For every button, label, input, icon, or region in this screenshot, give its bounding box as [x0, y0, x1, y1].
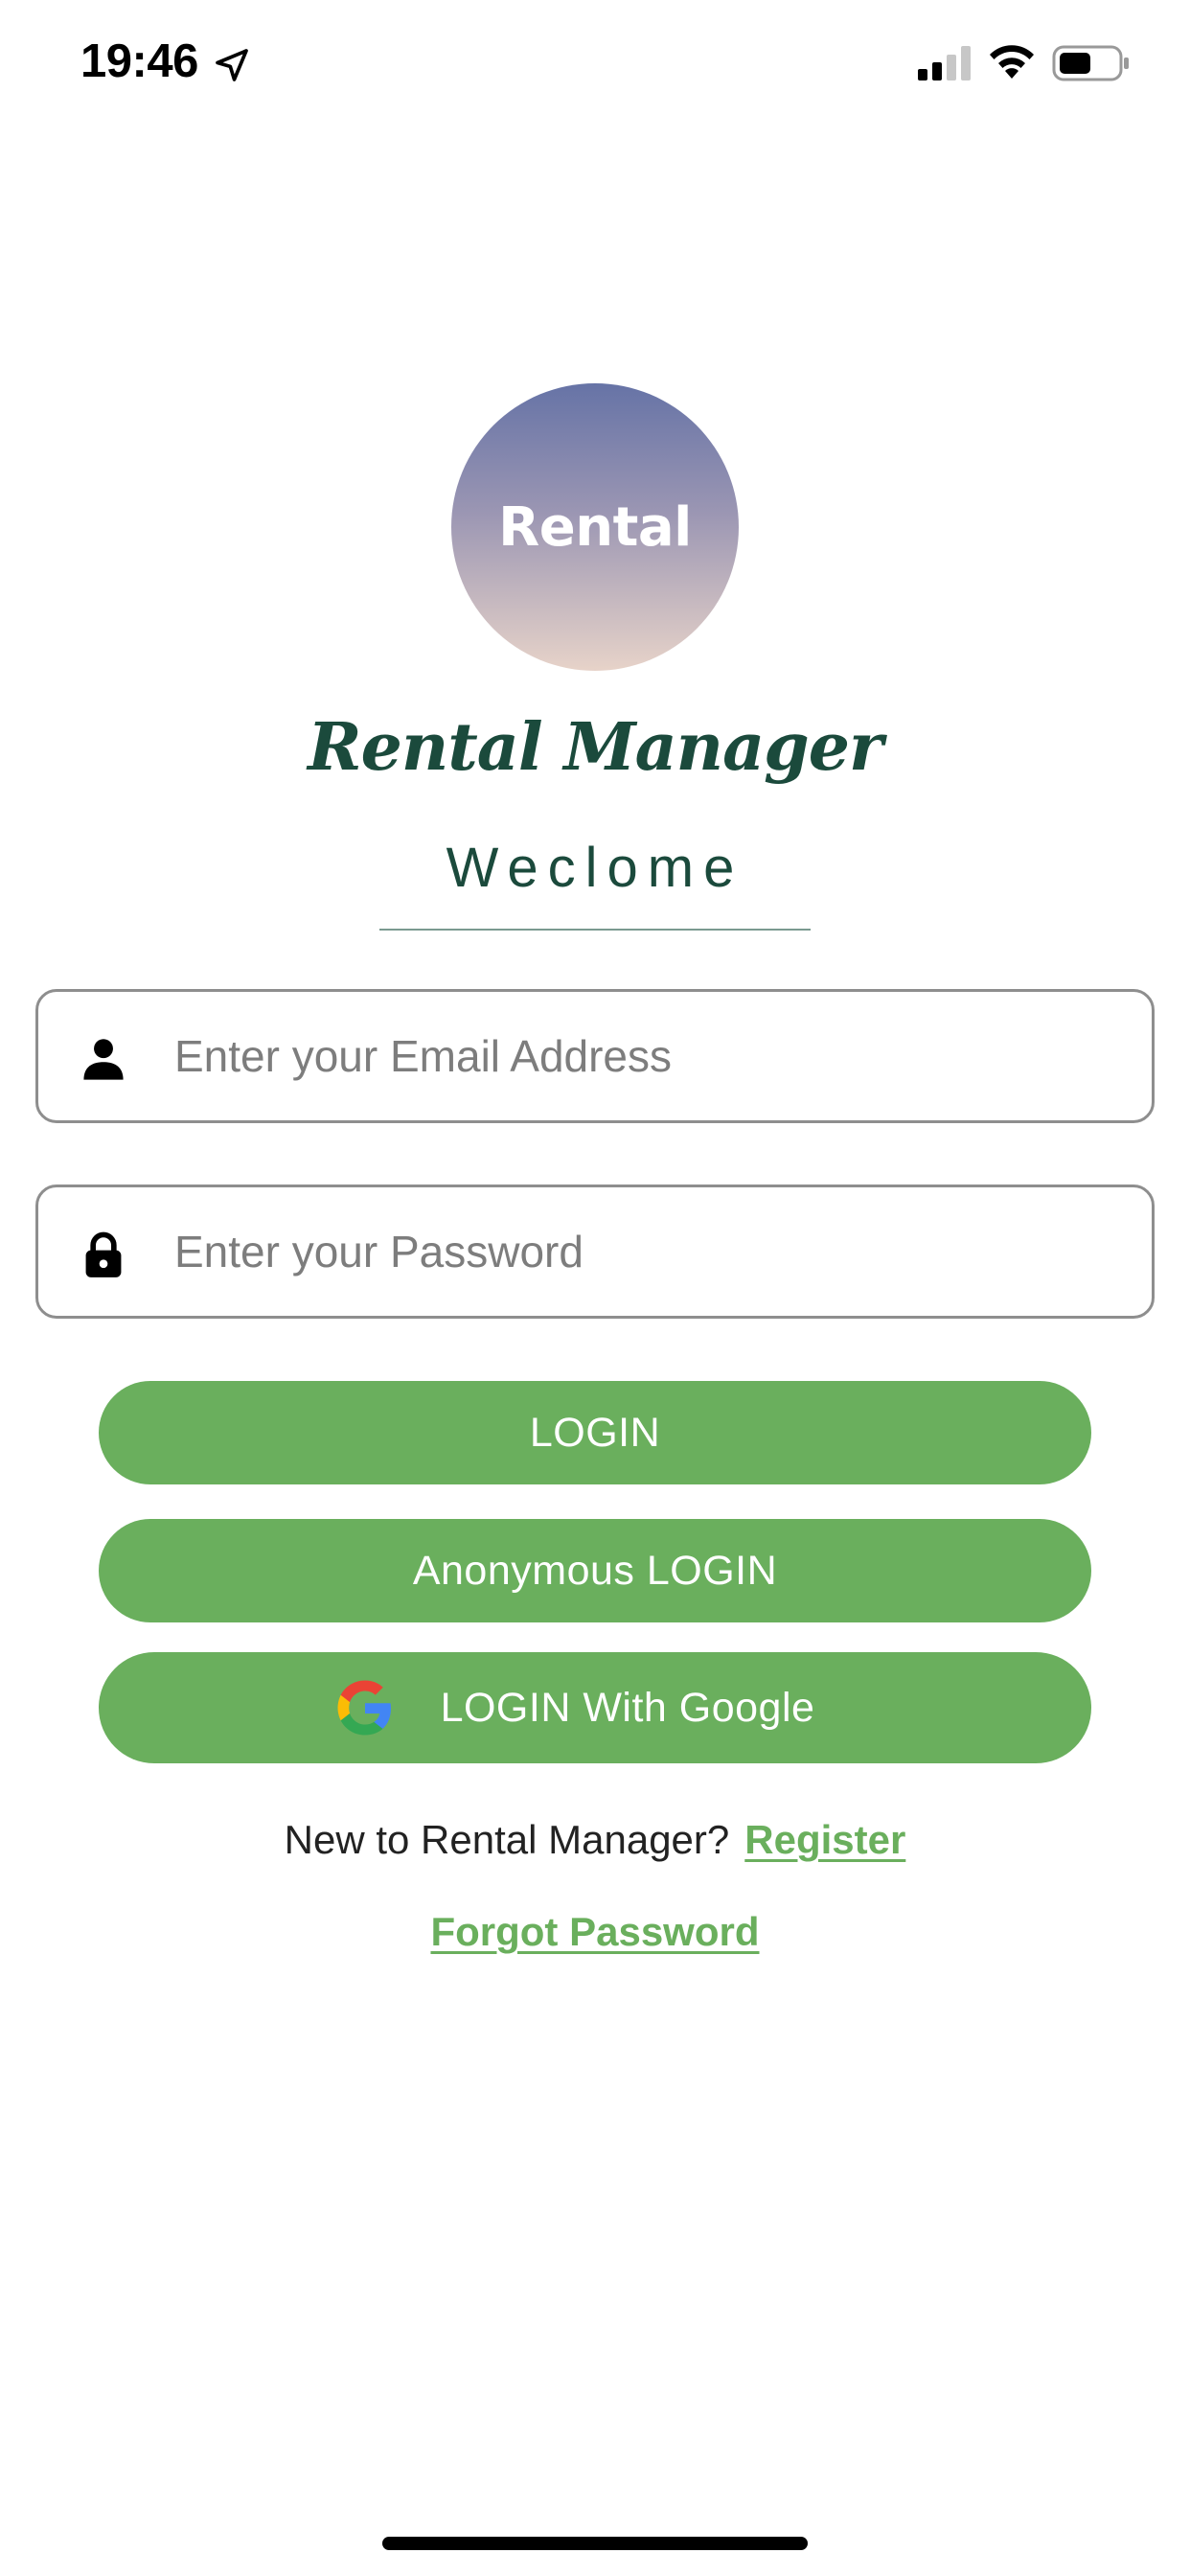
forgot-password-row: Forgot Password — [0, 1909, 1190, 1955]
password-input[interactable] — [174, 1187, 1113, 1316]
password-field[interactable] — [35, 1184, 1155, 1319]
lock-icon — [85, 1231, 122, 1277]
app-logo: Rental — [451, 383, 739, 671]
cellular-signal-icon — [918, 46, 971, 80]
anonymous-login-button[interactable]: Anonymous LOGIN — [99, 1519, 1091, 1622]
home-indicator[interactable] — [382, 2537, 808, 2550]
register-prompt: New to Rental Manager? — [284, 1817, 730, 1862]
app-title: Rental Manager — [308, 709, 883, 786]
google-login-button[interactable]: LOGIN With Google — [99, 1652, 1091, 1763]
battery-icon — [1052, 45, 1129, 81]
google-g-icon — [337, 1680, 391, 1736]
welcome-divider — [379, 929, 811, 931]
login-button-label: LOGIN — [529, 1409, 661, 1456]
status-bar: 19:46 — [0, 0, 1190, 126]
person-icon — [83, 1039, 124, 1080]
register-link[interactable]: Register — [744, 1817, 905, 1862]
welcome-heading: Weclome — [446, 837, 744, 899]
anonymous-login-button-label: Anonymous LOGIN — [412, 1547, 778, 1594]
email-field[interactable] — [35, 989, 1155, 1123]
google-login-button-label: LOGIN With Google — [440, 1684, 815, 1731]
logo-text: Rental — [498, 495, 692, 559]
wifi-icon — [990, 45, 1034, 79]
location-arrow-icon — [216, 49, 248, 81]
email-input[interactable] — [174, 992, 1113, 1120]
status-time: 19:46 — [80, 35, 198, 87]
forgot-password-link[interactable]: Forgot Password — [430, 1909, 759, 1954]
login-button[interactable]: LOGIN — [99, 1381, 1091, 1484]
register-row: New to Rental Manager? Register — [0, 1817, 1190, 1863]
